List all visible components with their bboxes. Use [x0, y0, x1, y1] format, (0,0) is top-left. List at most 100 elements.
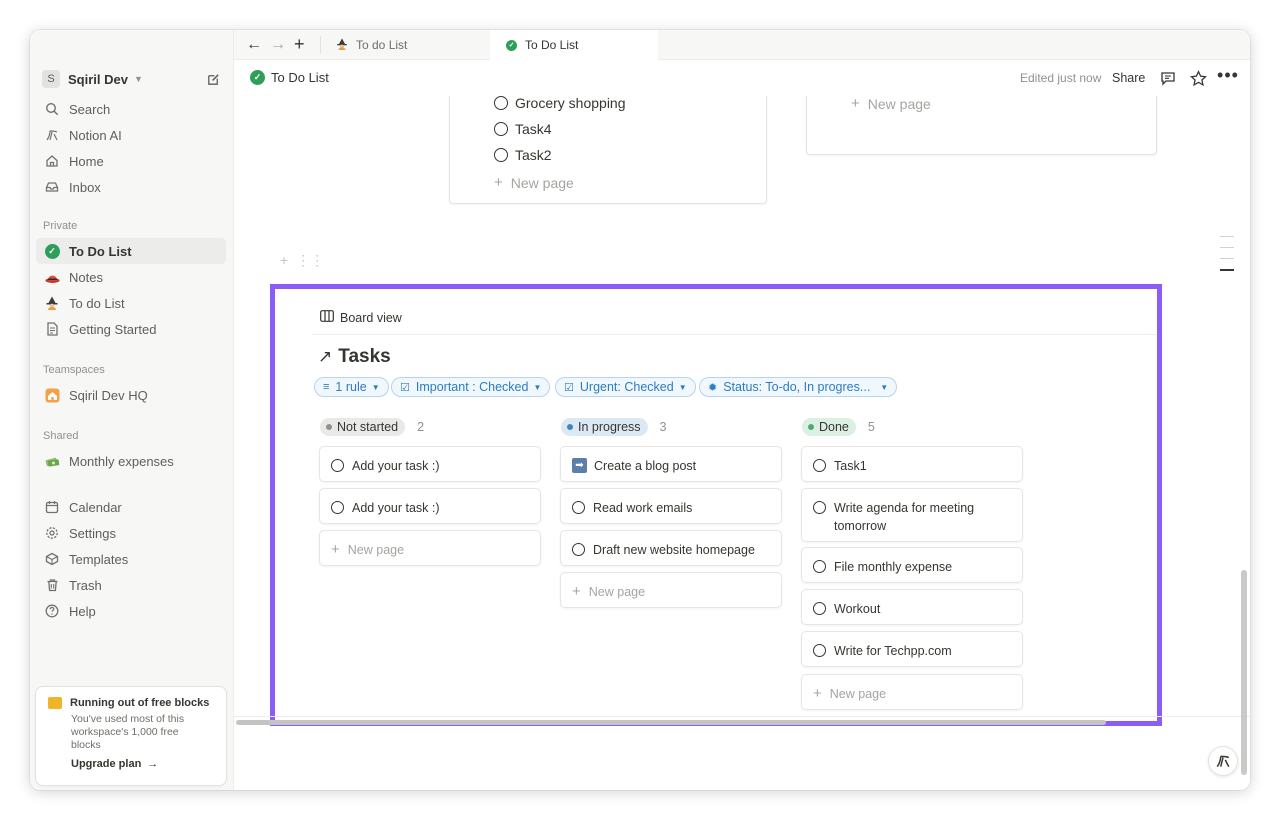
upgrade-body: You've used most of this workspace's 1,0… [71, 713, 216, 752]
list-item[interactable]: Task4 [494, 121, 552, 137]
vertical-scrollbar[interactable] [1241, 570, 1247, 775]
sidebar-item-notion-ai[interactable]: Notion AI [36, 122, 226, 148]
notion-ai-floating-button[interactable] [1208, 746, 1238, 776]
settings-icon [44, 525, 60, 541]
sidebar-item-inbox[interactable]: Inbox [36, 174, 226, 200]
breadcrumb[interactable]: ✓ To Do List [250, 70, 329, 85]
sidebar-item-templates[interactable]: Templates [36, 546, 226, 572]
green-check-icon: ✓ [506, 39, 517, 51]
upgrade-plan-link[interactable]: Upgrade plan → [71, 758, 216, 770]
sidebar-item-search[interactable]: Search [36, 96, 226, 122]
add-block-plus-icon[interactable]: + [280, 252, 288, 269]
block-handle[interactable]: + ⋮⋮ [280, 252, 324, 269]
sidebar-item-label: Getting Started [69, 321, 157, 337]
sidebar-item-trash[interactable]: Trash [36, 572, 226, 598]
edited-status: Edited just now [1020, 71, 1102, 85]
tab-bar: ← → + To do List ✓ To Do List [234, 30, 1250, 60]
page-header: ✓ To Do List Edited just now Share ••• [234, 60, 1250, 96]
checkbox-circle-icon[interactable] [494, 96, 508, 110]
new-page-label: New page [867, 96, 931, 112]
checkbox-circle-icon[interactable] [494, 148, 508, 162]
sidebar-item-label: Trash [69, 577, 102, 593]
sidebar-item-label: Sqiril Dev HQ [69, 387, 148, 403]
more-options-icon[interactable]: ••• [1217, 65, 1238, 85]
inbox-icon [44, 179, 60, 195]
upgrade-title-row: Running out of free blocks [48, 697, 216, 709]
red-hat-emoji-icon [44, 269, 60, 285]
drag-handle-icon[interactable]: ⋮⋮ [296, 252, 324, 269]
app-window: S Sqiril Dev ▼ Search Notion AI Home Inb… [30, 30, 1250, 790]
search-icon [44, 101, 60, 117]
sidebar-item-sqiril-dev-hq[interactable]: Sqiril Dev HQ [36, 382, 226, 408]
sidebar-item-home[interactable]: Home [36, 148, 226, 174]
sidebar-item-label: Inbox [69, 179, 101, 195]
toc-marker[interactable] [1220, 236, 1234, 237]
calendar-icon [44, 499, 60, 515]
toc-marker-active[interactable] [1220, 269, 1234, 271]
table-of-contents-markers[interactable] [1220, 236, 1234, 271]
star-icon[interactable] [1188, 68, 1208, 88]
new-page-icon[interactable] [204, 70, 222, 88]
breadcrumb-label: To Do List [271, 70, 329, 85]
sidebar-item-to-do-list[interactable]: ✓ To Do List [36, 238, 226, 264]
workspace-switcher[interactable]: S Sqiril Dev ▼ [42, 68, 222, 90]
sidebar-item-help[interactable]: Help [36, 598, 226, 624]
tab-to-do-list-active[interactable]: ✓ To Do List [490, 30, 658, 60]
list-item[interactable]: Grocery shopping [494, 96, 626, 111]
help-icon [44, 603, 60, 619]
plus-icon: + [494, 174, 503, 191]
sidebar-item-monthly-expenses[interactable]: Monthly expenses [36, 448, 226, 474]
upgrade-body-line: You've used most of this [71, 713, 185, 725]
toc-marker[interactable] [1220, 258, 1234, 259]
new-tab-plus-icon[interactable]: + [294, 34, 305, 55]
sidebar-item-label: Search [69, 101, 111, 117]
upgrade-body-line: blocks [71, 739, 101, 751]
sidebar-item-settings[interactable]: Settings [36, 520, 226, 546]
back-arrow-icon[interactable]: ← [246, 36, 262, 54]
toc-marker[interactable] [1220, 247, 1234, 248]
sidebar-item-label: Notes [69, 269, 103, 285]
comment-icon[interactable] [1158, 68, 1178, 88]
workspace-name: Sqiril Dev [68, 71, 128, 87]
divider [234, 716, 1250, 717]
sidebar-item-label: Notion AI [69, 127, 122, 143]
list-item-label: Task2 [515, 147, 552, 163]
page-icon [44, 321, 60, 337]
chevron-down-icon: ▼ [133, 74, 143, 84]
sidebar-item-calendar[interactable]: Calendar [36, 494, 226, 520]
section-label-teamspaces: Teamspaces [43, 364, 105, 376]
horizontal-scrollbar-thumb[interactable] [236, 720, 1106, 725]
sidebar-item-to-do-list-2[interactable]: To do List [36, 290, 226, 316]
box-icon [48, 697, 62, 709]
checkbox-circle-icon[interactable] [494, 122, 508, 136]
green-check-icon: ✓ [250, 70, 265, 85]
new-page-button[interactable]: + New page [851, 96, 931, 112]
green-check-icon: ✓ [44, 243, 60, 259]
upgrade-plan-label: Upgrade plan [71, 758, 142, 770]
upgrade-callout: Running out of free blocks You've used m… [35, 686, 227, 786]
share-button[interactable]: Share [1112, 71, 1145, 85]
sidebar-item-label: Monthly expenses [69, 453, 174, 469]
sidebar-item-label: Settings [69, 525, 116, 541]
new-page-label: New page [510, 174, 574, 191]
gallery-card-2[interactable]: + New page [806, 96, 1157, 155]
list-item[interactable]: Task2 [494, 147, 552, 163]
tab-to-do-list-witch[interactable]: To do List [320, 30, 488, 60]
trash-icon [44, 577, 60, 593]
horizontal-scrollbar[interactable] [234, 718, 1234, 726]
sidebar-item-label: Home [69, 153, 104, 169]
witch-emoji-icon [44, 295, 60, 311]
forward-arrow-icon[interactable]: → [270, 36, 286, 54]
sidebar-item-label: Help [69, 603, 96, 619]
sidebar-item-label: Templates [69, 551, 129, 567]
sidebar-item-notes[interactable]: Notes [36, 264, 226, 290]
templates-icon [44, 551, 60, 567]
upgrade-body-line: workspace's 1,000 free [71, 726, 179, 738]
list-item-label: Task4 [515, 121, 552, 137]
section-label-shared: Shared [43, 430, 79, 442]
new-page-button[interactable]: + New page [494, 174, 574, 191]
gallery-card[interactable]: Grocery shopping Task4 Task2 + New page [449, 96, 767, 204]
highlight-frame [270, 284, 1162, 726]
sidebar-item-getting-started[interactable]: Getting Started [36, 316, 226, 342]
page-content: Grocery shopping Task4 Task2 + New page +… [234, 96, 1250, 790]
